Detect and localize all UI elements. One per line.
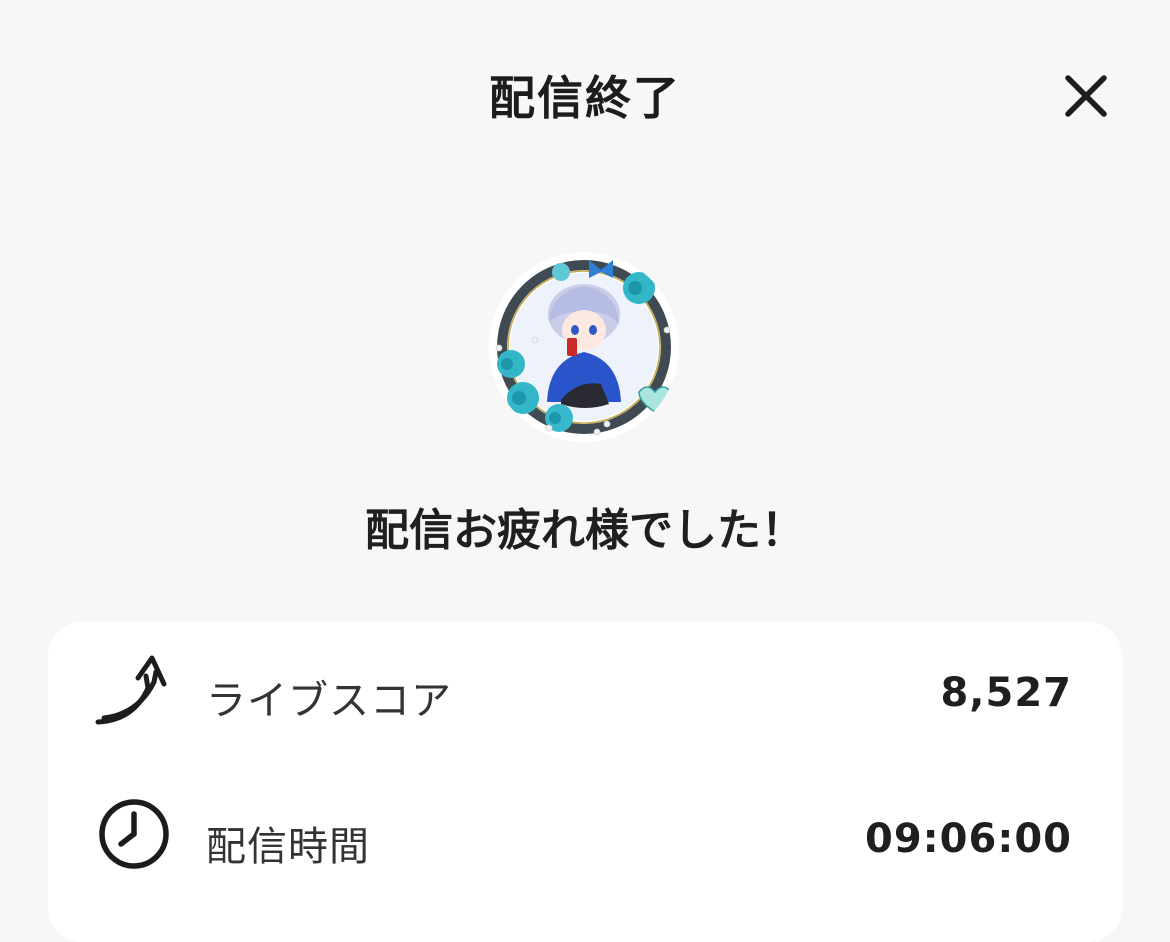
stat-label: ライブスコア — [206, 678, 452, 724]
avatar — [489, 252, 679, 442]
avatar-image — [489, 252, 679, 442]
live-score-arrow-icon — [95, 655, 167, 725]
stat-label: 配信時間 — [206, 824, 370, 870]
close-button[interactable] — [1056, 66, 1116, 126]
stat-value: 8,527 — [940, 670, 1072, 716]
stat-row-stream-time: 配信時間 09:06:00 — [48, 780, 1122, 900]
stats-card: ライブスコア 8,527 配信時間 09:06:00 — [48, 622, 1122, 942]
close-icon — [1065, 75, 1107, 117]
page-title: 配信終了 — [489, 71, 681, 125]
stat-value: 09:06:00 — [865, 816, 1072, 862]
clock-icon — [99, 799, 169, 869]
header: 配信終了 — [0, 0, 1170, 190]
stat-row-live-score: ライブスコア 8,527 — [48, 634, 1122, 754]
greeting-message: 配信お疲れ様でした！ — [365, 505, 805, 556]
